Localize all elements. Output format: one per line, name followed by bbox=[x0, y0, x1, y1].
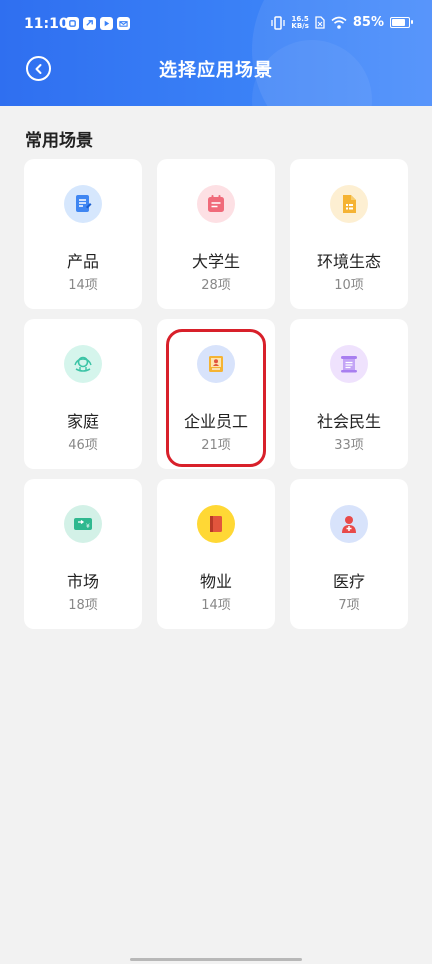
battery-icon bbox=[390, 17, 413, 28]
network-speed: 16.5 KB/s bbox=[291, 15, 309, 30]
scene-card-medical[interactable]: 医疗 7项 bbox=[290, 479, 408, 629]
header: 11:10 16.5 KB/s 85% 选择应用场景 bbox=[0, 0, 432, 106]
scene-count: 14项 bbox=[201, 598, 231, 613]
scene-name: 产品 bbox=[66, 252, 99, 271]
scene-card-product[interactable]: 产品 14项 bbox=[24, 159, 142, 309]
status-right: 16.5 KB/s 85% bbox=[271, 15, 413, 30]
scene-name: 家庭 bbox=[66, 412, 99, 431]
scroll-icon bbox=[330, 345, 368, 383]
link-app-icon bbox=[83, 17, 96, 30]
status-time: 11:10 bbox=[24, 16, 69, 32]
file-icon bbox=[330, 185, 368, 223]
notification-icons bbox=[66, 17, 130, 30]
doctor-icon bbox=[330, 505, 368, 543]
vibrate-icon bbox=[271, 15, 286, 30]
page-title: 选择应用场景 bbox=[159, 60, 273, 81]
calendar-icon bbox=[197, 185, 235, 223]
scene-card-family[interactable]: 家庭 46项 bbox=[24, 319, 142, 469]
network-speed-unit: KB/s bbox=[291, 21, 309, 30]
scene-name: 医疗 bbox=[332, 572, 365, 591]
battery-percent: 85% bbox=[352, 15, 384, 30]
scene-count: 14项 bbox=[68, 278, 98, 293]
message-app-icon bbox=[117, 17, 130, 30]
svg-text:¥: ¥ bbox=[86, 523, 90, 530]
home-indicator[interactable] bbox=[130, 958, 302, 961]
scene-name: 社会民生 bbox=[316, 412, 381, 431]
scene-count: 33项 bbox=[334, 438, 364, 453]
scene-name: 大学生 bbox=[191, 252, 240, 271]
home-icon bbox=[64, 345, 102, 383]
status-bar: 11:10 16.5 KB/s 85% bbox=[0, 0, 432, 50]
selection-highlight bbox=[166, 329, 266, 467]
section-title: 常用场景 bbox=[25, 131, 93, 151]
scene-card-social-livelihood[interactable]: 社会民生 33项 bbox=[290, 319, 408, 469]
scene-name: 市场 bbox=[66, 572, 99, 591]
scene-name: 环境生态 bbox=[316, 252, 381, 271]
scene-card-market[interactable]: ¥ 市场 18项 bbox=[24, 479, 142, 629]
wallet-icon: ¥ bbox=[64, 505, 102, 543]
book-icon bbox=[197, 505, 235, 543]
scene-count: 18项 bbox=[68, 598, 98, 613]
play-app-icon bbox=[100, 17, 113, 30]
scene-card-environment[interactable]: 环境生态 10项 bbox=[290, 159, 408, 309]
scene-count: 46项 bbox=[68, 438, 98, 453]
wifi-icon bbox=[331, 16, 347, 29]
scene-count: 7项 bbox=[338, 598, 360, 613]
scene-card-college-student[interactable]: 大学生 28项 bbox=[157, 159, 275, 309]
chat-app-icon bbox=[66, 17, 79, 30]
scene-count: 28项 bbox=[201, 278, 231, 293]
scene-count: 10项 bbox=[334, 278, 364, 293]
sim-icon bbox=[315, 16, 325, 29]
scene-card-property[interactable]: 物业 14项 bbox=[157, 479, 275, 629]
document-icon bbox=[64, 185, 102, 223]
scene-name: 物业 bbox=[199, 572, 232, 591]
